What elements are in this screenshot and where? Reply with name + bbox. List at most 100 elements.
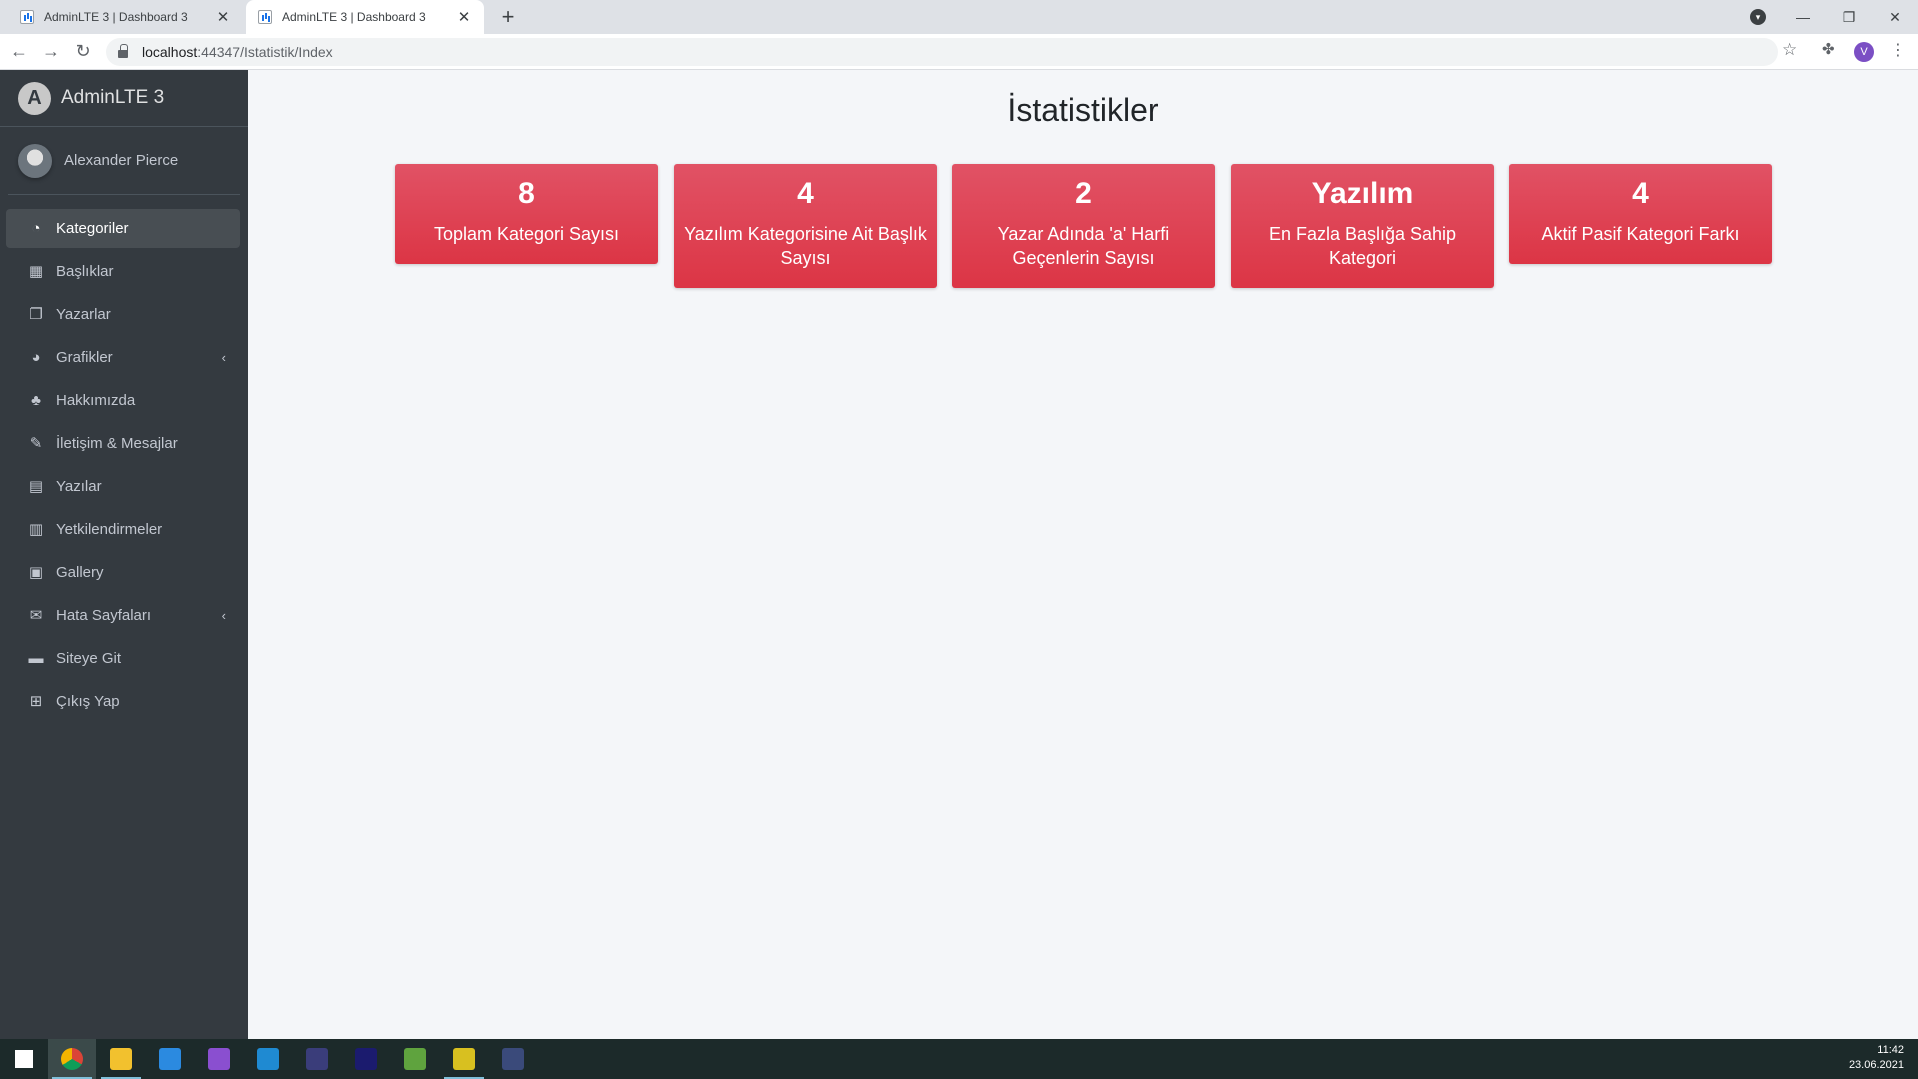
sidebar-item-label: İletişim & Mesajlar xyxy=(56,435,178,452)
clock-time: 11:42 xyxy=(1877,1044,1904,1056)
envelope-icon: ✉ xyxy=(29,606,43,624)
sidebar-item-5[interactable]: ✎ İletişim & Mesajlar xyxy=(6,424,240,463)
url-host: localhost xyxy=(142,44,198,60)
brand-link[interactable]: A AdminLTE 3 xyxy=(0,70,248,127)
browser-tab-2[interactable]: AdminLTE 3 | Dashboard 3 ✕ xyxy=(246,0,484,34)
sidebar-item-label: Çıkış Yap xyxy=(56,693,120,710)
stat-value: Yazılım xyxy=(1311,177,1414,210)
address-bar[interactable]: localhost:44347/Istatistik/Index xyxy=(106,38,1778,66)
sidebar-item-label: Gallery xyxy=(56,564,104,581)
windows-taskbar: 11:42 23.06.2021 xyxy=(0,1039,1918,1079)
forward-icon[interactable]: → xyxy=(40,41,62,62)
sidebar-item-label: Hata Sayfaları xyxy=(56,607,152,624)
stat-value: 4 xyxy=(1632,177,1649,210)
sidebar-item-9[interactable]: ✉ Hata Sayfaları ‹ xyxy=(6,596,240,635)
copy-icon: ❐ xyxy=(29,305,43,323)
stat-label: Aktif Pasif Kategori Farkı xyxy=(1541,224,1740,244)
windows-start-icon[interactable] xyxy=(0,1039,48,1079)
browser-toolbar: ← → ↻ localhost:44347/Istatistik/Index ☆… xyxy=(0,34,1918,70)
sidebar-nav: ◔ Kategoriler ▦ Başlıklar ❐ Yazarlar ◕ Grafikle… xyxy=(0,195,248,721)
browser-menu-icon[interactable]: ⋮ xyxy=(1890,40,1906,60)
vscode-icon[interactable] xyxy=(244,1039,292,1079)
sidebar-item-1[interactable]: ▦ Başlıklar xyxy=(6,252,240,291)
new-tab-button[interactable]: + xyxy=(496,4,520,30)
page-favicon-icon xyxy=(20,10,34,24)
stat-label: En Fazla Başlığa Sahip Kategori xyxy=(1268,224,1457,268)
edit-icon: ✎ xyxy=(29,434,43,452)
sidebar-item-4[interactable]: ♣ Hakkımızda xyxy=(6,381,240,420)
jetbrains-icon[interactable] xyxy=(342,1039,390,1079)
sidebar-item-label: Yazarlar xyxy=(56,306,111,323)
stat-value: 4 xyxy=(797,177,814,210)
system-clock[interactable]: 11:42 23.06.2021 xyxy=(1849,1043,1904,1073)
node-icon[interactable] xyxy=(391,1039,439,1079)
main-content: İstatistikler 8 Toplam Kategori Sayısı 4 Ya… xyxy=(248,70,1918,1039)
close-tab-icon[interactable]: ✕ xyxy=(456,8,472,26)
adminlte-logo-icon: A xyxy=(18,81,51,115)
window-controls: — ❐ ✕ xyxy=(1780,0,1918,34)
grid-icon: ▦ xyxy=(28,262,44,280)
bookmark-star-icon[interactable]: ☆ xyxy=(1782,40,1797,60)
stat-label: Toplam Kategori Sayısı xyxy=(433,224,620,244)
chevron-left-icon: ‹ xyxy=(221,608,226,623)
dashboard-icon: ◔ xyxy=(31,219,41,237)
sidebar-item-label: Yetkilendirmeler xyxy=(56,521,163,538)
sidebar-item-8[interactable]: ▣ Gallery xyxy=(6,553,240,592)
tab-title: AdminLTE 3 | Dashboard 3 xyxy=(44,10,188,24)
sidebar-item-label: Siteye Git xyxy=(56,650,122,667)
page-favicon-icon xyxy=(258,10,272,24)
minimize-icon[interactable]: — xyxy=(1780,9,1826,25)
user-name: Alexander Pierce xyxy=(64,152,179,169)
reload-icon[interactable]: ↻ xyxy=(72,41,94,62)
stat-label: Yazar Adında 'a' Harfi Geçenlerin Sayısı xyxy=(997,224,1170,268)
back-icon[interactable]: ← xyxy=(8,41,30,62)
file-explorer-icon[interactable] xyxy=(97,1039,145,1079)
sidebar-item-label: Başlıklar xyxy=(56,263,114,280)
sidebar-item-label: Hakkımızda xyxy=(56,392,136,409)
tab-title: AdminLTE 3 | Dashboard 3 xyxy=(282,10,426,24)
sidebar-item-label: Grafikler xyxy=(56,349,113,366)
close-window-icon[interactable]: ✕ xyxy=(1872,9,1918,26)
stat-card: 4 Aktif Pasif Kategori Farkı xyxy=(1509,164,1772,264)
browser-tab-bar: AdminLTE 3 | Dashboard 3 ✕ AdminLTE 3 | … xyxy=(0,0,1918,34)
profile-avatar[interactable]: V xyxy=(1854,42,1874,62)
clock-date: 23.06.2021 xyxy=(1848,1059,1904,1071)
book-icon: ▬ xyxy=(28,649,44,667)
stat-value: 8 xyxy=(518,177,535,210)
url-path: :44347/Istatistik/Index xyxy=(197,44,333,60)
pie-chart-icon: ◕ xyxy=(31,348,41,366)
lock-icon xyxy=(118,44,128,58)
image-icon: ▣ xyxy=(28,563,44,581)
table-icon: ▤ xyxy=(28,477,44,495)
restore-icon[interactable]: ❐ xyxy=(1826,9,1872,26)
browser-tab-1[interactable]: AdminLTE 3 | Dashboard 3 ✕ xyxy=(8,0,243,34)
chrome-icon[interactable] xyxy=(48,1039,96,1079)
avatar xyxy=(18,143,52,178)
sidebar-item-6[interactable]: ▤ Yazılar xyxy=(6,467,240,506)
sidebar-item-label: Kategoriler xyxy=(56,220,129,237)
sidebar-item-10[interactable]: ▬ Siteye Git xyxy=(6,639,240,678)
sidebar-item-label: Yazılar xyxy=(56,478,102,495)
close-tab-icon[interactable]: ✕ xyxy=(215,8,231,26)
mail-icon[interactable] xyxy=(146,1039,194,1079)
tab-search-icon[interactable]: ▾ xyxy=(1750,9,1766,25)
pycharm-icon[interactable] xyxy=(440,1039,488,1079)
sidebar-item-0[interactable]: ◔ Kategoriler xyxy=(6,209,240,248)
chevron-left-icon: ‹ xyxy=(221,350,226,365)
tree-icon: ♣ xyxy=(31,391,41,409)
sidebar-item-7[interactable]: ▥ Yetkilendirmeler xyxy=(6,510,240,549)
user-panel[interactable]: Alexander Pierce xyxy=(8,127,240,195)
stat-card: 2 Yazar Adında 'a' Harfi Geçenlerin Sayıs… xyxy=(952,164,1215,288)
terminal-icon[interactable] xyxy=(489,1039,537,1079)
stat-card: 4 Yazılım Kategorisine Ait Başlık Sayısı xyxy=(674,164,937,288)
sidebar-item-11[interactable]: ⊞ Çıkış Yap xyxy=(6,682,240,721)
eclipse-icon[interactable] xyxy=(293,1039,341,1079)
plus-square-icon: ⊞ xyxy=(29,692,43,710)
sidebar-item-2[interactable]: ❐ Yazarlar xyxy=(6,295,240,334)
visual-studio-icon[interactable] xyxy=(195,1039,243,1079)
calendar-icon: ▥ xyxy=(28,520,44,538)
extensions-icon[interactable]: ✤ xyxy=(1822,40,1835,58)
sidebar-item-3[interactable]: ◕ Grafikler ‹ xyxy=(6,338,240,377)
brand-text: AdminLTE 3 xyxy=(61,87,165,108)
page-title: İstatistikler xyxy=(1007,92,1159,128)
